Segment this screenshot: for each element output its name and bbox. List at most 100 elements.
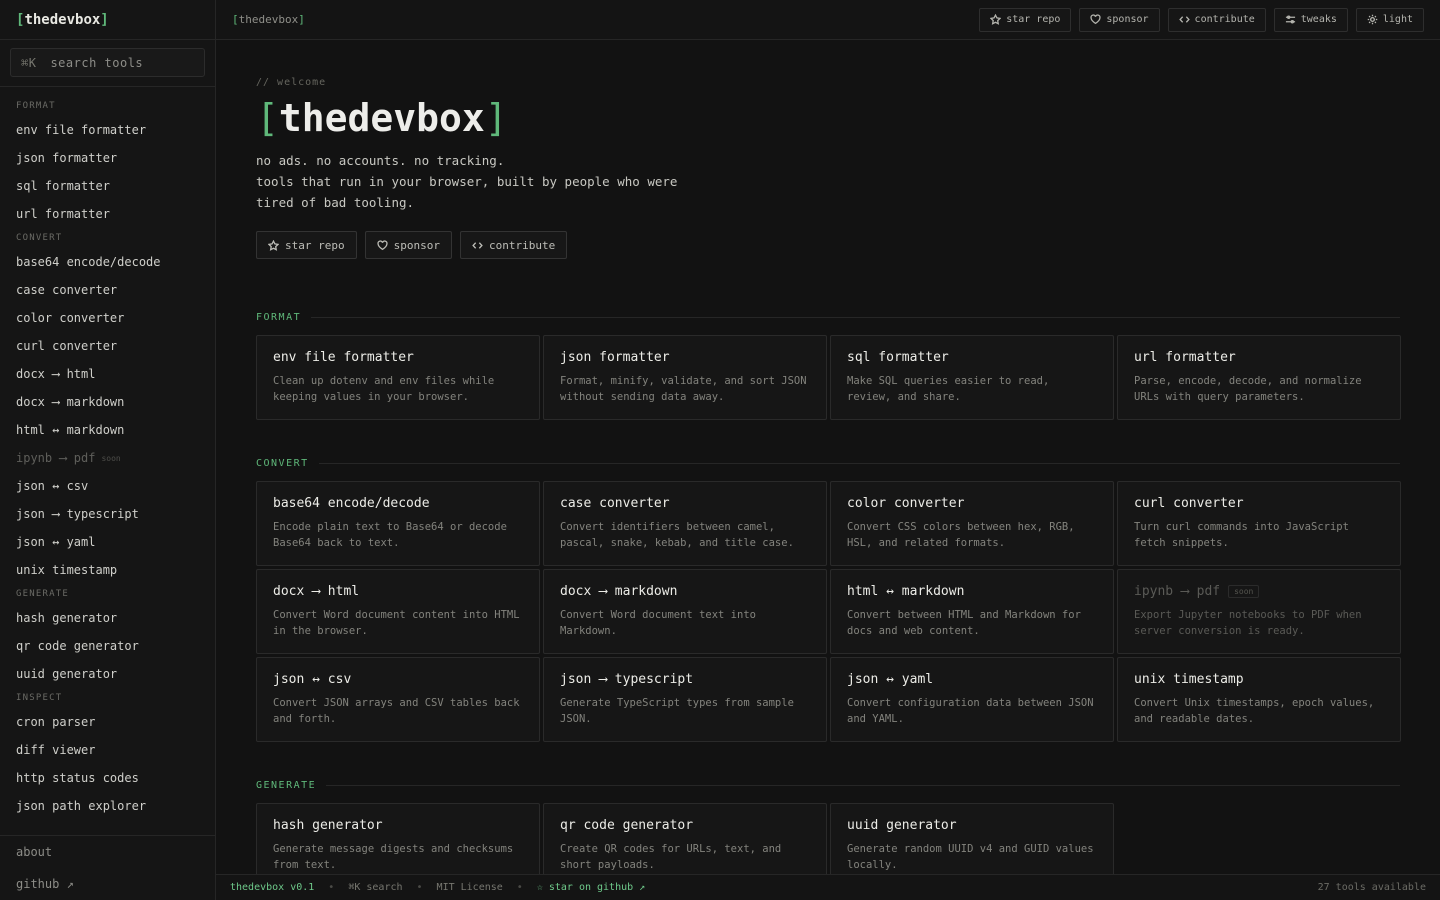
tool-card-title: uuid generator [847,818,1097,833]
tool-card[interactable]: case converter Convert identifiers betwee… [543,481,827,566]
sidebar-item[interactable]: html ↔ markdown [0,416,215,444]
tool-card-title-text: env file formatter [273,350,414,365]
sidebar-item[interactable]: http status codes [0,764,215,792]
sidebar-item-label: diff viewer [16,743,96,757]
crumb-label: thedevbox [238,13,299,26]
sidebar-item-label: cron parser [16,715,96,729]
light-button[interactable]: light [1355,7,1424,32]
tool-card[interactable]: json ↔ csv Convert JSON arrays and CSV ta… [256,657,540,742]
tool-card[interactable]: unix timestamp Convert Unix timestamps, e… [1117,657,1401,742]
status-bar: thedevbox v0.1 • ⌘K search • MIT License… [216,874,1440,900]
contribute-button[interactable]: contribute [1167,7,1266,32]
tool-card-title: json ⟶ typescript [560,672,810,687]
tool-grid: hash generator Generate message digests a… [256,803,1400,874]
sidebar-item[interactable]: ipynb ⟶ pdf soon [0,444,215,472]
status-search-hint[interactable]: ⌘K search [348,882,402,893]
sidebar-item[interactable]: color converter [0,304,215,332]
section-divider [326,784,1400,786]
sidebar-item[interactable]: url formatter [0,200,215,228]
hero-actions: star repo sponsor contribute [256,231,568,259]
sidebar-item[interactable]: json ↔ yaml [0,528,215,556]
tool-card[interactable]: curl converter Turn curl commands into Ja… [1117,481,1401,566]
sidebar-item[interactable]: docx ⟶ html [0,360,215,388]
tool-card[interactable]: html ↔ markdown Convert between HTML and … [830,569,1114,654]
tool-card-description: Turn curl commands into JavaScript fetch… [1134,521,1349,549]
sidebar-item[interactable]: docx ⟶ markdown [0,388,215,416]
tool-card-title: env file formatter [273,350,523,365]
star-repo-button[interactable]: star repo [979,7,1072,32]
tool-card[interactable]: json formatter Format, minify, validate, … [543,335,827,420]
tool-card-description: Convert JSON arrays and CSV tables back … [273,697,520,725]
tool-card-title: url formatter [1134,350,1384,365]
crumb-bracket-open: [ [232,13,239,26]
tool-card-description: Convert Word document content into HTML … [273,609,520,637]
sidebar-item[interactable]: json ↔ csv [0,472,215,500]
contribute-button[interactable]: contribute [459,231,568,259]
top-actions: star repo sponsor contribute tweaks light [979,7,1424,32]
tool-card[interactable]: ipynb ⟶ pdf soon Export Jupyter notebooks … [1117,569,1401,654]
tool-card-title: json ↔ yaml [847,672,1097,687]
tool-card[interactable]: hash generator Generate message digests a… [256,803,540,874]
tool-card[interactable]: base64 encode/decode Encode plain text to… [256,481,540,566]
tool-card-title-text: url formatter [1134,350,1236,365]
nav-category-format: FORMAT [16,101,56,111]
sponsor-button[interactable]: sponsor [364,231,452,259]
tool-card-title-text: color converter [847,496,965,511]
sidebar-item[interactable]: env file formatter [0,116,215,144]
tool-card[interactable]: sql formatter Make SQL queries easier to … [830,335,1114,420]
tool-card[interactable]: qr code generator Create QR codes for URL… [543,803,827,874]
sidebar-item[interactable]: hash generator [0,604,215,632]
sidebar-item[interactable]: base64 encode/decode [0,248,215,276]
sidebar-item-label: docx ⟶ html [16,367,96,381]
tool-card[interactable]: url formatter Parse, encode, decode, and … [1117,335,1401,420]
tweaks-button[interactable]: tweaks [1273,7,1348,32]
heart-icon [377,239,388,251]
sidebar-item-label: uuid generator [16,667,118,681]
section-generate: GENERATE hash generator Generate message d… [256,778,1400,874]
section-divider [318,462,1400,464]
crumb-bracket-close: ] [298,13,305,26]
tool-card[interactable]: color converter Convert CSS colors betwee… [830,481,1114,566]
sidebar-item[interactable]: cron parser [0,708,215,736]
sidebar-nav: FORMAT env file formatter json formatter sq… [0,96,215,820]
tool-card[interactable]: json ⟶ typescript Generate TypeScript typ… [543,657,827,742]
sidebar-item[interactable]: diff viewer [0,736,215,764]
sidebar-item[interactable]: json path explorer [0,792,215,820]
tool-card[interactable]: docx ⟶ markdown Convert Word document tex… [543,569,827,654]
sidebar-item[interactable]: unix timestamp [0,556,215,584]
sidebar-item[interactable]: sql formatter [0,172,215,200]
tool-card-title-text: docx ⟶ markdown [560,584,678,599]
button-label: tweaks [1300,14,1337,25]
section-header: GENERATE [256,778,1400,792]
sidebar-divider [0,86,215,87]
about-link[interactable]: about [0,836,215,868]
search-input[interactable]: ⌘K search tools [10,48,205,77]
github-link[interactable]: github ↗ [0,868,215,900]
brand-logo[interactable]: [ thedevbox ] [0,0,215,40]
tool-card-title: curl converter [1134,496,1384,511]
brand-bracket-open: [ [16,11,25,28]
tool-card[interactable]: json ↔ yaml Convert configuration data be… [830,657,1114,742]
star-repo-button[interactable]: star repo [256,231,357,259]
tool-card[interactable]: uuid generator Generate random UUID v4 an… [830,803,1114,874]
tool-card[interactable]: docx ⟶ html Convert Word document content… [256,569,540,654]
tool-card-title: color converter [847,496,1097,511]
hero-tagline: no ads. no accounts. no tracking. tools … [256,150,677,213]
welcome-kicker: // welcome [256,77,327,88]
sidebar-item[interactable]: curl converter [0,332,215,360]
sidebar-item[interactable]: case converter [0,276,215,304]
license-link[interactable]: MIT License [437,882,503,893]
sidebar-item[interactable]: uuid generator [0,660,215,688]
status-separator: • [516,882,523,893]
status-separator: • [416,882,423,893]
sidebar-item[interactable]: json formatter [0,144,215,172]
sidebar-item[interactable]: json ⟶ typescript [0,500,215,528]
tool-card[interactable]: env file formatter Clean up dotenv and en… [256,335,540,420]
sponsor-button[interactable]: sponsor [1079,7,1160,32]
sidebar-item-label: json path explorer [16,799,147,813]
sidebar-item[interactable]: qr code generator [0,632,215,660]
sidebar-item-label: unix timestamp [16,563,118,577]
tool-card-title-text: json formatter [560,350,670,365]
star-github-link[interactable]: ☆ star on github ↗ [537,882,645,893]
soon-badge: soon [101,453,121,463]
